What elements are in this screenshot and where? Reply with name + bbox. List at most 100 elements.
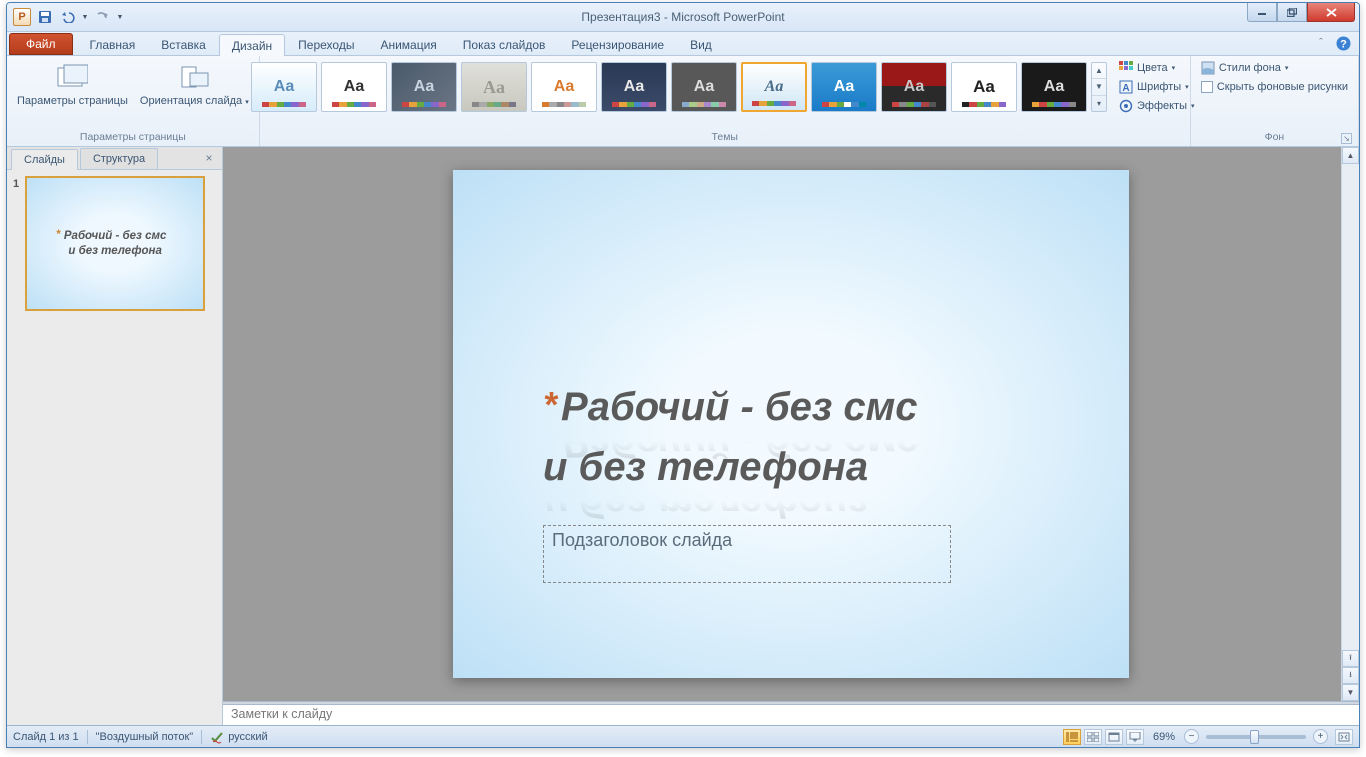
status-slide-count[interactable]: Слайд 1 из 1 <box>13 731 79 743</box>
theme-tile-7[interactable]: Aa <box>671 62 737 112</box>
tab-design[interactable]: Дизайн <box>219 34 285 56</box>
tab-animation[interactable]: Анимация <box>367 33 449 55</box>
redo-button[interactable] <box>91 6 113 28</box>
status-theme[interactable]: "Воздушный поток" <box>96 731 194 743</box>
slide-thumbnail-1[interactable]: *Рабочий - без смси без телефона <box>25 176 205 311</box>
vertical-scrollbar[interactable]: ▲ ⭱ ⭳ ▼ <box>1341 147 1359 701</box>
zoom-slider[interactable] <box>1206 735 1306 739</box>
slides-pane: Слайды Структура × 1 *Рабочий - без смси… <box>7 147 223 725</box>
close-pane-button[interactable]: × <box>202 151 216 165</box>
minimize-ribbon-button[interactable]: ˆ <box>1313 35 1329 51</box>
theme-tile-11[interactable]: Aa <box>951 62 1017 112</box>
qat-customize[interactable]: ▼ <box>114 6 126 28</box>
zoom-thumb[interactable] <box>1250 730 1259 744</box>
theme-tile-3[interactable]: Aa <box>391 62 457 112</box>
group-themes-label: Темы <box>266 130 1184 144</box>
group-page-setup-label: Параметры страницы <box>13 130 253 144</box>
theme-tile-1[interactable]: Aa <box>251 62 317 112</box>
undo-icon <box>60 11 76 23</box>
bg-styles-button[interactable]: Стили фона ▾ <box>1197 59 1293 77</box>
gallery-expand-icon: ▾ <box>1092 96 1106 111</box>
normal-view-icon <box>1066 732 1078 742</box>
group-themes: Aa Aa Aa Aa Aa Aa Aa Aa Aa Aa Aa Aa ▲ ▼ … <box>260 56 1191 146</box>
themes-gallery-more[interactable]: ▲ ▼ ▾ <box>1091 62 1107 112</box>
tab-view[interactable]: Вид <box>677 33 725 55</box>
subtitle-text: Подзаголовок слайда <box>552 530 732 550</box>
tab-review[interactable]: Рецензирование <box>558 33 677 55</box>
minimize-button[interactable] <box>1247 3 1277 22</box>
main-area: Слайды Структура × 1 *Рабочий - без смси… <box>7 147 1359 725</box>
close-icon <box>1326 8 1337 17</box>
scroll-up-button[interactable]: ▲ <box>1342 147 1359 164</box>
spellcheck-icon[interactable] <box>210 730 224 744</box>
hide-bg-checkbox[interactable]: Скрыть фоновые рисунки <box>1197 79 1352 95</box>
scroll-track[interactable] <box>1342 164 1359 650</box>
slides-list[interactable]: 1 *Рабочий - без смси без телефона <box>7 170 222 725</box>
quick-access-toolbar: P ▼ ▼ <box>7 6 126 28</box>
sorter-view-button[interactable] <box>1084 729 1102 745</box>
next-slide-button[interactable]: ⭳ <box>1342 667 1359 684</box>
tab-slideshow[interactable]: Показ слайдов <box>450 33 559 55</box>
app-icon[interactable]: P <box>11 6 33 28</box>
theme-tile-8[interactable]: Aa <box>741 62 807 112</box>
zoom-in-button[interactable]: + <box>1313 729 1328 744</box>
page-setup-button[interactable]: Параметры страницы <box>13 59 132 109</box>
reading-view-button[interactable] <box>1105 729 1123 745</box>
theme-tile-4[interactable]: Aa <box>461 62 527 112</box>
window-title: Презентация3 - Microsoft PowerPoint <box>7 10 1359 24</box>
theme-tile-2[interactable]: Aa <box>321 62 387 112</box>
hide-bg-label: Скрыть фоновые рисунки <box>1217 81 1348 93</box>
slideshow-view-icon <box>1129 732 1141 742</box>
slide-canvas-wrap: *Рабочий - без смс *Рабочий - без смс и … <box>223 147 1359 701</box>
status-separator <box>201 730 202 744</box>
page-setup-label: Параметры страницы <box>17 95 128 107</box>
slide-thumb-row: 1 *Рабочий - без смси без телефона <box>13 176 216 311</box>
tab-transitions[interactable]: Переходы <box>285 33 367 55</box>
slide-title[interactable]: *Рабочий - без смс *Рабочий - без смс и … <box>543 386 918 524</box>
normal-view-button[interactable] <box>1063 729 1081 745</box>
close-button[interactable] <box>1307 3 1355 22</box>
tab-home[interactable]: Главная <box>77 33 149 55</box>
slideshow-view-button[interactable] <box>1126 729 1144 745</box>
effects-button[interactable]: Эффекты ▾ <box>1115 97 1199 115</box>
maximize-button[interactable] <box>1277 3 1307 22</box>
theme-tile-10[interactable]: Aa <box>881 62 947 112</box>
prev-slide-button[interactable]: ⭱ <box>1342 650 1359 667</box>
theme-tile-6[interactable]: Aa <box>601 62 667 112</box>
bg-styles-icon <box>1201 61 1215 75</box>
app-window: P ▼ ▼ Презентация3 - Microsoft PowerPoin… <box>6 2 1360 748</box>
slide-canvas[interactable]: *Рабочий - без смс *Рабочий - без смс и … <box>453 170 1129 678</box>
maximize-icon <box>1287 8 1297 17</box>
fonts-button[interactable]: AШрифты ▾ <box>1115 78 1199 96</box>
themes-gallery: Aa Aa Aa Aa Aa Aa Aa Aa Aa Aa Aa Aa ▲ ▼ … <box>251 59 1199 115</box>
tab-file[interactable]: Файл <box>9 33 73 55</box>
orientation-icon <box>178 63 210 91</box>
slides-tab[interactable]: Слайды <box>11 149 78 170</box>
colors-button[interactable]: Цвета ▾ <box>1115 59 1199 77</box>
thumb-number: 1 <box>13 176 19 311</box>
fonts-label: Шрифты <box>1137 81 1181 93</box>
tab-insert[interactable]: Вставка <box>148 33 219 55</box>
scroll-down-button[interactable]: ▼ <box>1342 684 1359 701</box>
outline-tab[interactable]: Структура <box>80 148 158 169</box>
notes-pane[interactable]: Заметки к слайду <box>223 705 1359 725</box>
effects-icon <box>1119 99 1133 113</box>
help-button[interactable]: ? <box>1335 35 1351 51</box>
orientation-button[interactable]: Ориентация слайда ▾ <box>136 59 253 109</box>
thumb-title: *Рабочий - без смси без телефона <box>64 229 167 258</box>
undo-dropdown[interactable]: ▼ <box>80 6 90 28</box>
subtitle-placeholder[interactable]: Подзаголовок слайда <box>543 525 951 583</box>
undo-button[interactable] <box>57 6 79 28</box>
theme-tile-5[interactable]: Aa <box>531 62 597 112</box>
theme-tile-12[interactable]: Aa <box>1021 62 1087 112</box>
zoom-out-button[interactable]: − <box>1184 729 1199 744</box>
save-button[interactable] <box>34 6 56 28</box>
zoom-level[interactable]: 69% <box>1153 731 1175 743</box>
fit-window-button[interactable] <box>1335 729 1353 745</box>
theme-tile-9[interactable]: Aa <box>811 62 877 112</box>
bg-dialog-launcher[interactable]: ↘ <box>1341 133 1352 144</box>
left-pane-tabs: Слайды Структура × <box>7 147 222 170</box>
svg-text:A: A <box>1122 83 1129 94</box>
fit-icon <box>1338 732 1350 742</box>
status-language[interactable]: русский <box>228 731 267 743</box>
